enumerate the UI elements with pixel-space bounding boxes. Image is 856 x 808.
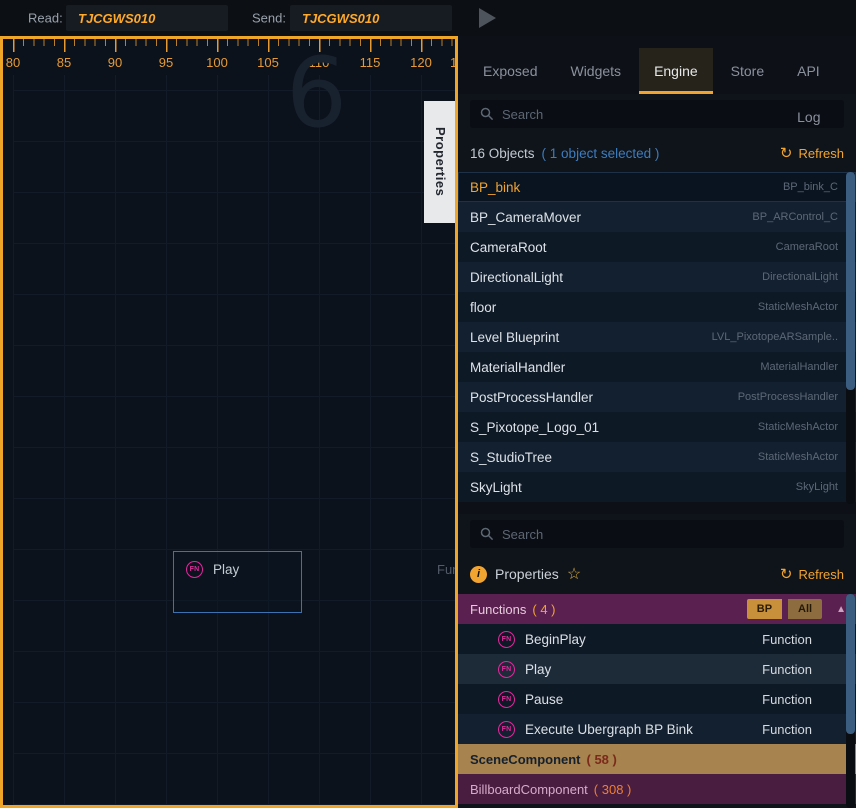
object-row[interactable]: BP_CameraMover BP_ARControl_C (458, 202, 856, 232)
properties-scrollbar[interactable] (846, 594, 855, 808)
play-icon[interactable] (479, 8, 496, 28)
object-list-scrollbar[interactable] (846, 172, 855, 504)
graph-grid (13, 75, 458, 805)
functions-section-header[interactable]: Functions ( 4 ) BP All ▲ (458, 594, 856, 624)
properties-search-input[interactable] (502, 527, 834, 542)
ruler-major-ticks (13, 39, 455, 52)
ruler-number: 105 (257, 55, 279, 70)
ruler-number: 95 (159, 55, 173, 70)
fn-icon: FN (498, 661, 515, 678)
properties-side-tab[interactable]: Properties (424, 101, 457, 223)
properties-header: i Properties ☆ ↻ Refresh (458, 554, 856, 594)
refresh-objects-button[interactable]: ↻ Refresh (780, 144, 844, 162)
tab-widgets[interactable]: Widgets (555, 48, 636, 94)
function-row-pause[interactable]: FN Pause Function (458, 684, 856, 714)
ruler-number: 90 (108, 55, 122, 70)
object-search-input[interactable] (502, 107, 834, 122)
object-row[interactable]: CameraRoot CameraRoot (458, 232, 856, 262)
tab-engine[interactable]: Engine (639, 48, 713, 94)
scrollbar-thumb[interactable] (846, 172, 855, 390)
read-value: TJCGWS010 (78, 11, 155, 26)
fn-icon: FN (498, 721, 515, 738)
tab-exposed[interactable]: Exposed (468, 48, 552, 94)
play-function-node[interactable]: FN Play (173, 551, 302, 613)
function-row-execute-ubergraph[interactable]: FN Execute Ubergraph BP Bink Function (458, 714, 856, 744)
properties-side-tab-label: Properties (433, 127, 448, 196)
refresh-label: Refresh (798, 146, 844, 161)
favorite-star-icon[interactable]: ☆ (567, 564, 581, 584)
functions-title: Functions (470, 602, 526, 617)
ruler: 80 85 90 95 100 105 110 115 120 1 (3, 39, 455, 75)
object-row[interactable]: PostProcessHandler PostProcessHandler (458, 382, 856, 412)
ruler-number: 115 (360, 55, 381, 70)
tab-store[interactable]: Store (716, 48, 779, 94)
scrollbar-thumb[interactable] (846, 594, 855, 734)
object-list: BP_bink BP_bink_C BP_CameraMover BP_ARCo… (458, 172, 856, 502)
fn-icon: FN (186, 561, 203, 578)
object-search[interactable] (470, 100, 844, 128)
selection-note: ( 1 object selected ) (542, 146, 660, 161)
object-row[interactable]: BP_bink BP_bink_C (458, 172, 856, 202)
viewport-panel[interactable]: 80 85 90 95 100 105 110 115 120 1 6 Func… (0, 36, 458, 808)
refresh-icon: ↻ (780, 565, 793, 583)
search-icon (480, 527, 494, 541)
tab-bar: Exposed Widgets Engine Store API Log (458, 36, 856, 94)
object-row[interactable]: S_Pixotope_Logo_01 StaticMeshActor (458, 412, 856, 442)
object-row[interactable]: S_StudioTree StaticMeshActor (458, 442, 856, 472)
send-value: TJCGWS010 (302, 11, 379, 26)
object-row[interactable]: Level Blueprint LVL_PixotopeARSample.. (458, 322, 856, 352)
ruler-number: 1 (450, 55, 457, 70)
watermark-digit: 6 (286, 45, 347, 141)
bp-filter-button[interactable]: BP (747, 599, 782, 619)
faint-function-label: Func (437, 562, 458, 577)
inspector-panel: Exposed Widgets Engine Store API Log 16 … (458, 36, 856, 808)
functions-count: ( 4 ) (532, 602, 555, 617)
scenecomponent-section-header[interactable]: SceneComponent ( 58 ) (458, 744, 856, 774)
top-bar: Read: TJCGWS010 Send: TJCGWS010 (0, 0, 856, 36)
ruler-number: 120 (410, 55, 432, 70)
play-node-label: Play (213, 561, 239, 577)
refresh-properties-button[interactable]: ↻ Refresh (780, 565, 844, 583)
fn-icon: FN (498, 691, 515, 708)
function-row-play[interactable]: FN Play Function (458, 654, 856, 684)
object-row[interactable]: floor StaticMeshActor (458, 292, 856, 322)
read-input[interactable]: TJCGWS010 (66, 5, 228, 31)
send-label: Send: (252, 11, 286, 26)
function-row-beginplay[interactable]: FN BeginPlay Function (458, 624, 856, 654)
search-icon (480, 107, 494, 121)
read-label: Read: (28, 11, 63, 26)
properties-title: Properties (495, 566, 559, 582)
refresh-label: Refresh (798, 567, 844, 582)
ruler-number: 80 (6, 55, 20, 70)
object-row[interactable]: MaterialHandler MaterialHandler (458, 352, 856, 382)
ruler-number: 85 (57, 55, 71, 70)
info-icon[interactable]: i (470, 566, 487, 583)
refresh-icon: ↻ (780, 144, 793, 162)
tab-api-log[interactable]: API Log (782, 48, 853, 94)
all-filter-button[interactable]: All (788, 599, 822, 619)
collapse-chevron-icon[interactable]: ▲ (836, 604, 846, 615)
ruler-number: 100 (206, 55, 228, 70)
object-row[interactable]: DirectionalLight DirectionalLight (458, 262, 856, 292)
billboardcomponent-section-header[interactable]: BillboardComponent ( 308 ) (458, 774, 856, 804)
send-input[interactable]: TJCGWS010 (290, 5, 452, 31)
properties-search[interactable] (470, 520, 844, 548)
object-row[interactable]: SkyLight SkyLight (458, 472, 856, 502)
fn-icon: FN (498, 631, 515, 648)
object-count: 16 Objects (470, 146, 535, 161)
